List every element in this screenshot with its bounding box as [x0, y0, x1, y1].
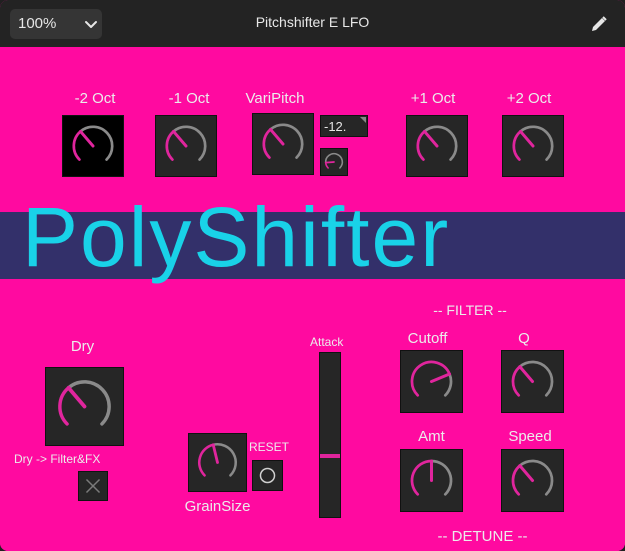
- knob-dial: [410, 360, 453, 397]
- label-amt: Amt: [418, 428, 445, 445]
- label-speed: Speed: [508, 428, 552, 445]
- reset-button[interactable]: [252, 460, 283, 491]
- window-title: Pitchshifter E LFO: [255, 14, 370, 30]
- knob-dial: [262, 123, 304, 159]
- label-minus1oct: -1 Oct: [168, 90, 210, 107]
- knob-dial: [324, 152, 344, 169]
- knob-minus2oct[interactable]: [62, 115, 124, 177]
- label-plus2oct: +2 Oct: [506, 90, 552, 107]
- label-cutoff: Cutoff: [407, 330, 448, 347]
- varipitch-value: -12.: [324, 119, 347, 134]
- knob-dial: [197, 443, 237, 477]
- knob-dial: [165, 125, 207, 161]
- label-varipitch: VariPitch: [245, 90, 305, 107]
- label-plus1oct: +1 Oct: [410, 90, 456, 107]
- knob-speed[interactable]: [501, 449, 564, 512]
- knob-dial: [511, 360, 554, 397]
- pencil-icon[interactable]: [590, 15, 608, 33]
- knob-dial: [416, 125, 458, 161]
- label-dry: Dry: [70, 338, 95, 355]
- knob-dial: [72, 125, 114, 161]
- close-icon: [85, 478, 101, 494]
- attack-slider-handle[interactable]: [320, 454, 340, 458]
- detune-section-header: -- DETUNE --: [437, 528, 528, 545]
- filter-section-header: -- FILTER --: [433, 302, 507, 318]
- knob-dial: [512, 125, 554, 161]
- knob-minus1oct[interactable]: [155, 115, 217, 177]
- knob-varipitch-small[interactable]: [320, 148, 348, 176]
- attack-slider[interactable]: [319, 352, 341, 518]
- label-q: Q: [518, 330, 530, 347]
- dry-routing-toggle[interactable]: [78, 471, 108, 501]
- label-attack: Attack: [310, 335, 344, 349]
- knob-dial: [511, 459, 554, 496]
- knob-plus1oct[interactable]: [406, 115, 468, 177]
- knob-varipitch[interactable]: [252, 113, 314, 175]
- knob-plus2oct[interactable]: [502, 115, 564, 177]
- field-corner-marker: [360, 117, 366, 123]
- knob-cutoff[interactable]: [400, 350, 463, 413]
- label-reset: RESET: [249, 440, 290, 454]
- plugin-title: PolyShifter: [22, 190, 451, 284]
- varipitch-value-field[interactable]: -12.: [320, 115, 368, 137]
- knob-dial: [58, 380, 111, 426]
- circle-icon: [259, 467, 276, 484]
- label-dry-routing: Dry -> Filter&FX: [14, 452, 101, 466]
- knob-dry[interactable]: [45, 367, 124, 446]
- knob-dial: [410, 459, 453, 496]
- knob-amt[interactable]: [400, 449, 463, 512]
- knob-q[interactable]: [501, 350, 564, 413]
- label-grainsize: GrainSize: [184, 498, 251, 515]
- title-bar: 100% Pitchshifter E LFO: [0, 0, 625, 47]
- plugin-panel: -2 Oct -1 Oct VariPitch +1 Oct +2 Oct -1…: [0, 47, 625, 551]
- label-minus2oct: -2 Oct: [74, 90, 116, 107]
- knob-grainsize[interactable]: [188, 433, 247, 492]
- plugin-window: 100% Pitchshifter E LFO -2 Oct -1 Oct Va…: [0, 0, 625, 551]
